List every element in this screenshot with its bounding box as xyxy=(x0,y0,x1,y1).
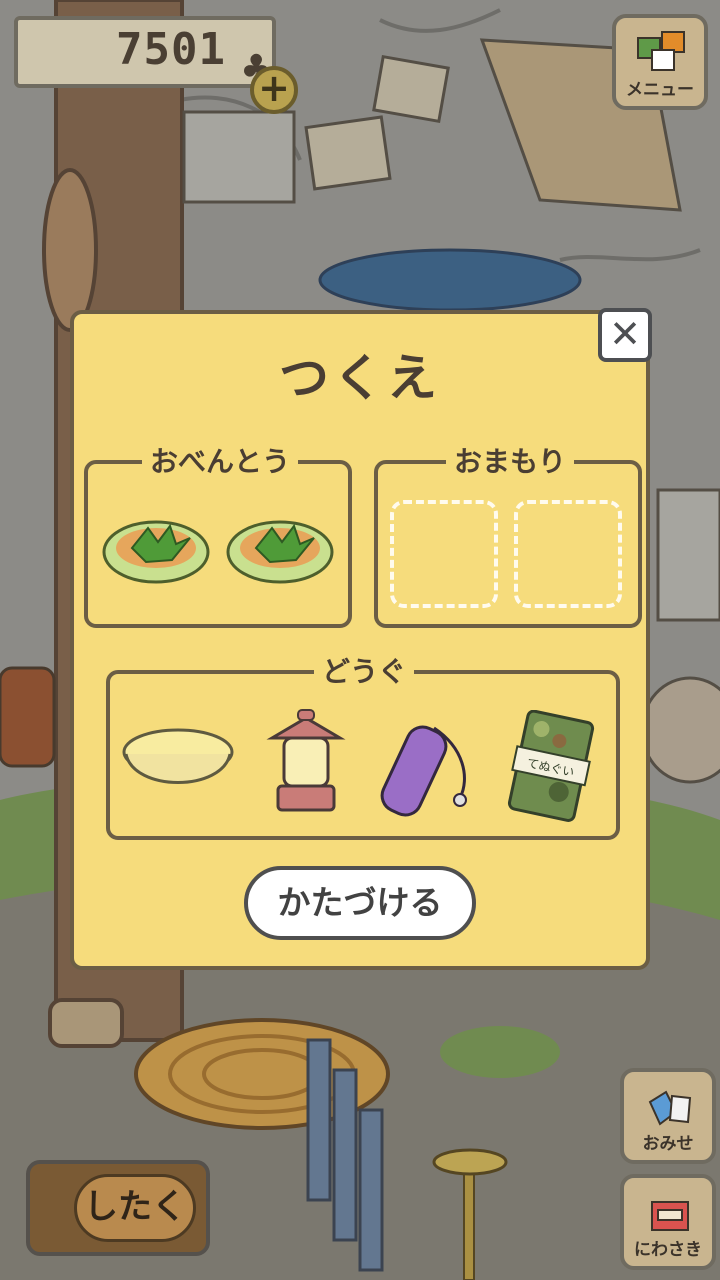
close-button[interactable]: ✕ xyxy=(598,308,652,362)
buy-clover-button[interactable]: + xyxy=(250,66,298,114)
lunch-group: おべんとう xyxy=(84,440,352,628)
shop-label: おみせ xyxy=(642,1134,694,1154)
charm-group-label: おまもり xyxy=(446,440,575,480)
garden-label: にわさき xyxy=(634,1240,702,1260)
tool-water-bottle[interactable] xyxy=(374,708,478,824)
lunch-item-2[interactable] xyxy=(226,514,334,586)
menu-button[interactable]: メニュー xyxy=(612,14,708,110)
garden-button[interactable]: にわさき xyxy=(620,1174,716,1270)
prepare-label: したく xyxy=(74,1174,196,1242)
tidy-up-button[interactable]: かたづける xyxy=(244,866,476,940)
clover-counter: 7501 ♣ xyxy=(14,16,276,89)
lunch-item-1[interactable] xyxy=(102,514,210,586)
tools-group-label: どうぐ xyxy=(314,650,415,690)
shop-bag-icon xyxy=(648,1090,692,1126)
prepare-button[interactable]: したく xyxy=(26,1160,210,1256)
menu-label: メニュー xyxy=(626,80,694,100)
tools-group: どうぐ てぬぐい xyxy=(106,650,620,840)
charm-group: おまもり xyxy=(374,440,642,628)
clover-count: 7501 xyxy=(116,24,226,75)
shop-button[interactable]: おみせ xyxy=(620,1068,716,1164)
menu-icon xyxy=(637,31,685,71)
garden-box-icon xyxy=(651,1201,689,1231)
charm-slot-2[interactable] xyxy=(514,500,622,608)
tool-plate[interactable] xyxy=(120,722,236,802)
lunch-group-label: おべんとう xyxy=(142,440,299,480)
tool-lantern[interactable] xyxy=(258,708,354,818)
charm-slot-1[interactable] xyxy=(390,500,498,608)
panel-title: つくえ xyxy=(279,349,441,407)
tool-towel[interactable]: てぬぐい xyxy=(500,710,604,822)
